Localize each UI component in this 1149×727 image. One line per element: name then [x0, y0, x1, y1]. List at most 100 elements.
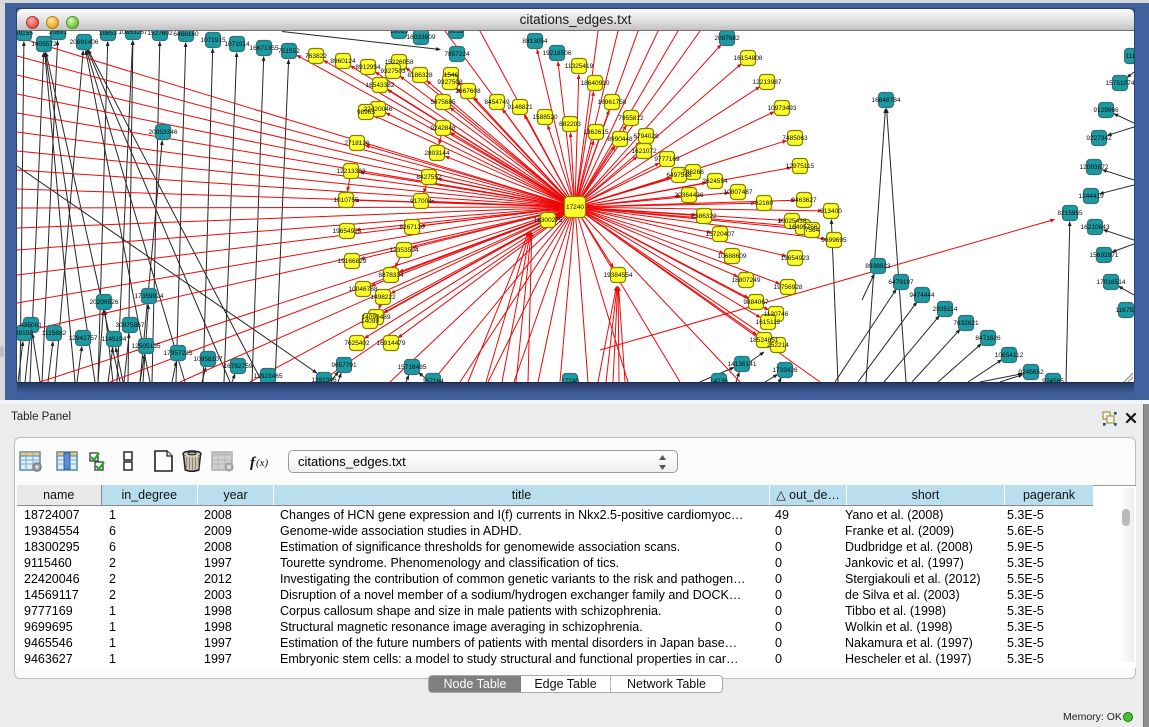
svg-text:11325419: 11325419	[565, 63, 594, 70]
svg-text:15720407: 15720407	[706, 231, 735, 238]
svg-text:1115682: 1115682	[42, 330, 67, 337]
svg-text:12505135: 12505135	[132, 343, 161, 350]
svg-text:18300275: 18300275	[534, 217, 563, 224]
svg-text:30975867: 30975867	[116, 322, 145, 329]
svg-text:9463627: 9463627	[791, 197, 817, 204]
svg-text:8267130: 8267130	[399, 224, 425, 231]
svg-text:9699695: 9699695	[821, 237, 847, 244]
svg-text:2087682: 2087682	[714, 35, 740, 42]
svg-text:10853: 10853	[99, 31, 117, 37]
svg-text:917004: 917004	[410, 198, 432, 205]
svg-text:1244419: 1244419	[1078, 193, 1104, 200]
svg-text:1588520: 1588520	[532, 114, 558, 121]
svg-text:10853267: 10853267	[119, 31, 148, 36]
svg-text:20053346: 20053346	[149, 129, 178, 136]
svg-text:7625402: 7625402	[344, 340, 370, 347]
svg-text:7485063: 7485063	[782, 135, 808, 142]
svg-text:9327503: 9327503	[380, 68, 406, 75]
svg-text:751552: 751552	[278, 48, 300, 55]
svg-text:10046788: 10046788	[349, 286, 378, 293]
svg-text:19756928: 19756928	[774, 284, 803, 291]
svg-text:9474444: 9474444	[909, 292, 935, 299]
svg-text:14136141: 14136141	[728, 361, 757, 368]
svg-text:924565: 924565	[1042, 378, 1064, 382]
svg-text:8215955: 8215955	[1057, 210, 1083, 217]
svg-text:6497568: 6497568	[666, 172, 692, 179]
svg-text:16154808: 16154808	[734, 55, 763, 62]
svg-text:8427552: 8427552	[416, 174, 442, 181]
svg-text:20691406: 20691406	[70, 39, 99, 46]
svg-text:8878334: 8878334	[378, 272, 404, 279]
svg-text:15751074: 15751074	[1106, 80, 1134, 87]
svg-text:18807249: 18807249	[732, 277, 761, 284]
svg-text:12923465: 12923465	[254, 373, 283, 380]
svg-text:19166829: 19166829	[338, 258, 367, 265]
svg-text:8960124: 8960124	[330, 58, 356, 65]
svg-text:913400: 913400	[820, 208, 842, 215]
svg-text:1010755: 1010755	[333, 197, 359, 204]
svg-text:16543382: 16543382	[366, 82, 395, 89]
svg-text:8471626: 8471626	[975, 335, 1001, 342]
svg-text:5875685: 5875685	[430, 99, 456, 106]
svg-text:8912954: 8912954	[355, 64, 381, 71]
svg-text:6466160: 6466160	[173, 31, 199, 38]
svg-text:16210643: 16210643	[1081, 224, 1110, 231]
svg-text:10973493: 10973493	[768, 105, 797, 112]
svg-text:1362615: 1362615	[583, 129, 609, 136]
svg-text:(x): (x)	[256, 457, 269, 469]
svg-text:16961758: 16961758	[598, 99, 627, 106]
svg-text:1615112: 1615112	[756, 319, 781, 326]
svg-text:16671355: 16671355	[250, 45, 279, 52]
svg-text:3624554: 3624554	[702, 178, 728, 185]
svg-text:1145194: 1145194	[102, 336, 127, 343]
svg-text:1498222: 1498222	[370, 294, 396, 301]
svg-text:1071914: 1071914	[224, 41, 250, 48]
svg-text:19384554: 19384554	[604, 272, 633, 279]
svg-text:9657791: 9657791	[331, 362, 357, 369]
svg-text:19654923: 19654923	[333, 228, 362, 235]
svg-text:20364436: 20364436	[675, 192, 704, 199]
svg-text:9146821: 9146821	[507, 104, 533, 111]
svg-text:1120746: 1120746	[764, 311, 789, 318]
svg-text:39159: 39159	[17, 330, 33, 337]
svg-text:14136: 14136	[710, 378, 728, 382]
svg-text:1071915: 1071915	[200, 37, 226, 44]
svg-text:1292346: 1292346	[311, 377, 337, 382]
svg-text:7632621: 7632621	[953, 320, 979, 327]
svg-text:8990448: 8990448	[607, 136, 633, 143]
svg-text:10958107: 10958107	[194, 356, 223, 363]
svg-text:17957225: 17957225	[164, 350, 193, 357]
svg-text:8813054: 8813054	[522, 38, 548, 45]
svg-text:9227342: 9227342	[1086, 135, 1112, 142]
svg-text:1733426: 1733426	[772, 367, 798, 374]
svg-text:9327508: 9327508	[437, 79, 463, 86]
svg-text:17359924: 17359924	[135, 293, 164, 300]
svg-text:16782759: 16782759	[224, 363, 253, 370]
svg-text:1527602: 1527602	[147, 31, 173, 37]
svg-text:15716485: 15716485	[398, 364, 427, 371]
svg-text:2867608: 2867608	[455, 88, 481, 95]
svg-text:17240: 17240	[561, 378, 579, 382]
svg-text:10807487: 10807487	[724, 189, 753, 196]
svg-text:15692971: 15692971	[1090, 252, 1119, 259]
svg-text:15226058: 15226058	[385, 59, 414, 66]
svg-text:2935114: 2935114	[933, 306, 958, 313]
svg-text:20691: 20691	[49, 31, 67, 36]
svg-text:763822: 763822	[305, 53, 327, 60]
svg-text:6794028: 6794028	[633, 133, 659, 140]
svg-text:252214: 252214	[767, 342, 789, 349]
svg-text:19654923: 19654923	[781, 255, 810, 262]
svg-text:16033809: 16033809	[407, 34, 436, 41]
svg-text:9218: 9218	[449, 31, 464, 35]
svg-text:8938923: 8938923	[865, 263, 891, 270]
svg-text:9129966: 9129966	[1093, 107, 1119, 114]
svg-text:12093872: 12093872	[1080, 164, 1109, 171]
svg-text:20206526: 20206526	[90, 299, 119, 306]
svg-text:12942757: 12942757	[69, 335, 98, 342]
svg-text:1621072: 1621072	[631, 148, 657, 155]
svg-text:2718126: 2718126	[344, 140, 370, 147]
svg-text:7564: 7564	[805, 227, 820, 234]
svg-text:12975115: 12975115	[786, 163, 815, 170]
svg-text:12213383: 12213383	[337, 168, 366, 175]
svg-text:18640910: 18640910	[581, 80, 610, 87]
